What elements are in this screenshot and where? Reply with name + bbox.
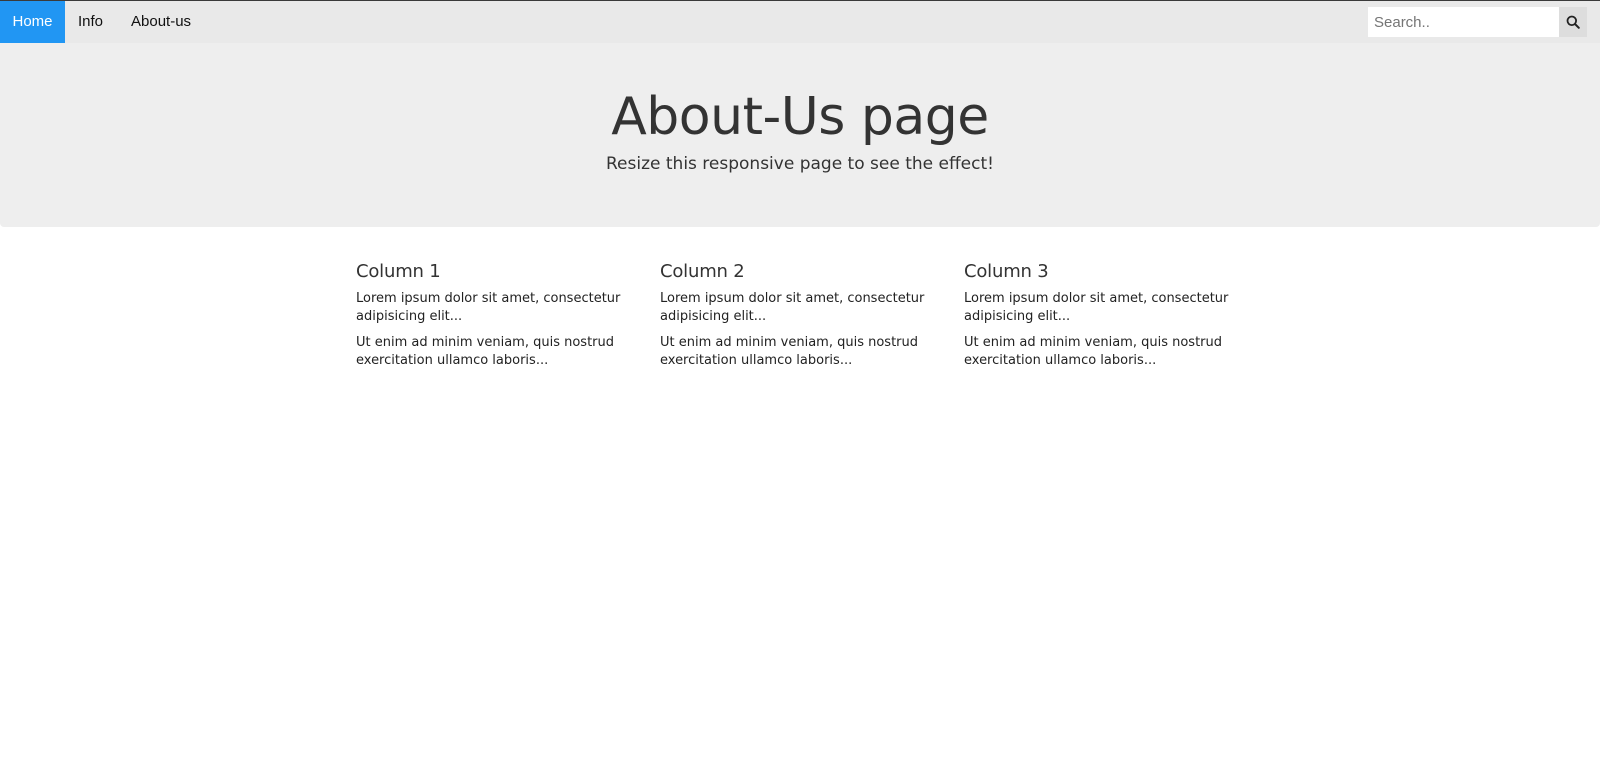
column-paragraph: Lorem ipsum dolor sit amet, consectetur … (356, 291, 621, 324)
page-title: About-Us page (611, 87, 989, 147)
search-icon (1566, 15, 1580, 29)
column-heading: Column 2 (660, 261, 745, 282)
column-paragraph: Lorem ipsum dolor sit amet, consectetur … (660, 291, 925, 324)
column-heading: Column 3 (964, 261, 1049, 282)
search-input[interactable] (1368, 7, 1559, 37)
nav-link-about-us[interactable]: About-us (118, 1, 204, 43)
column-paragraph: Ut enim ad minim veniam, quis nostrud ex… (660, 335, 919, 368)
column-heading: Column 1 (356, 261, 441, 282)
column-2: Column 2 Lorem ipsum dolor sit amet, con… (660, 261, 930, 378)
nav-link-info[interactable]: Info (65, 1, 116, 43)
column-paragraph: Lorem ipsum dolor sit amet, consectetur … (964, 291, 1229, 324)
top-navigation-bar: Home Info About-us (0, 0, 1600, 43)
hero-section: About-Us page Resize this responsive pag… (0, 43, 1600, 227)
column-paragraph: Ut enim ad minim veniam, quis nostrud ex… (964, 335, 1223, 368)
page-subtitle: Resize this responsive page to see the e… (606, 154, 994, 174)
column-paragraph: Ut enim ad minim veniam, quis nostrud ex… (356, 335, 615, 368)
nav-link-home[interactable]: Home (0, 1, 65, 43)
column-1: Column 1 Lorem ipsum dolor sit amet, con… (356, 261, 626, 378)
search-button[interactable] (1559, 7, 1587, 37)
column-3: Column 3 Lorem ipsum dolor sit amet, con… (964, 261, 1234, 378)
